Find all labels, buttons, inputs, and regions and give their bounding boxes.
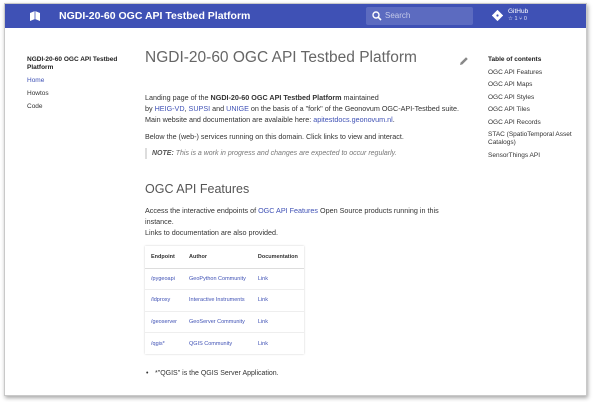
table-of-contents: Table of contents OGC API Features OGC A…	[488, 56, 583, 160]
author-link[interactable]: QGIS Community	[183, 333, 252, 355]
author-link[interactable]: GeoPython Community	[183, 268, 252, 290]
nav-item-howtos[interactable]: Howtos	[27, 90, 127, 98]
documentation-link[interactable]: Link	[251, 268, 304, 290]
nav-item-home[interactable]: Home	[27, 77, 127, 85]
table-row: /geoserver GeoServer Community Link	[145, 311, 304, 333]
book-logo-icon[interactable]	[29, 10, 41, 22]
page-title: NGDI-20-60 OGC API Testbed Platform	[145, 49, 417, 66]
link-ogc-api-features[interactable]: OGC API Features	[258, 206, 318, 215]
search-input[interactable]: Search	[366, 7, 473, 25]
site-title[interactable]: NGDI-20-60 OGC API Testbed Platform	[59, 10, 250, 22]
section-title-features: OGC API Features	[145, 182, 250, 196]
section-text: Links to documentation are also provided…	[145, 228, 279, 237]
endpoint-link[interactable]: /ldproxy	[145, 289, 183, 312]
author-link[interactable]: GeoServer Community	[183, 311, 252, 333]
toc-item-stac[interactable]: STAC (SpatioTemporal Asset Catalogs)	[488, 131, 583, 147]
intro-text: by	[145, 104, 155, 113]
intro-text: and	[210, 104, 227, 113]
section-text: Open Source products running in this	[318, 206, 439, 215]
repo-name: GitHub	[508, 8, 529, 15]
table-row: /pygeoapi GeoPython Community Link	[145, 268, 304, 290]
endpoint-link[interactable]: /pygeoapi	[145, 268, 183, 290]
note-blockquote: NOTE: This is a work in progress and cha…	[145, 148, 475, 159]
main-content: NGDI-20-60 OGC API Testbed Platform Land…	[145, 48, 475, 377]
section-text: instance.	[145, 217, 174, 226]
qgis-footnote: *"QGIS" is the QGIS Server Application.	[145, 370, 475, 377]
toc-item-ogc-api-records[interactable]: OGC API Records	[488, 119, 583, 127]
column-header: Endpoint	[145, 246, 183, 269]
column-header: Author	[183, 246, 252, 269]
repo-stats: ☆ 1 ⑂ 0	[508, 16, 527, 22]
header-bar: NGDI-20-60 OGC API Testbed Platform Sear…	[5, 4, 586, 28]
section-paragraph: Access the interactive endpoints of OGC …	[145, 205, 475, 238]
search-icon	[372, 11, 382, 21]
primary-navigation: NGDI-20-60 OGC API Testbed Platform Home…	[27, 56, 127, 111]
link-supsi[interactable]: SUPSI	[189, 104, 211, 113]
toc-item-ogc-api-features[interactable]: OGC API Features	[488, 69, 583, 77]
github-repo-link[interactable]: GitHub ☆ 1 ⑂ 0	[492, 7, 562, 25]
section-text: Access the interactive endpoints of	[145, 206, 259, 215]
documentation-link[interactable]: Link	[252, 333, 304, 355]
link-unige[interactable]: UNIGE	[226, 104, 249, 113]
browser-frame: NGDI-20-60 OGC API Testbed Platform Sear…	[4, 3, 587, 396]
endpoints-table: Endpoint Author Documentation /pygeoapi …	[145, 246, 304, 354]
intro-bold: NGDI-20-60 OGC API Testbed Platform	[210, 93, 342, 102]
git-icon	[492, 10, 503, 21]
intro-text: maintained	[341, 93, 379, 102]
toc-title: Table of contents	[488, 56, 542, 63]
services-paragraph: Below the (web-) services running on thi…	[145, 132, 404, 141]
note-label: NOTE:	[152, 150, 174, 157]
toc-item-sensorthings-api[interactable]: SensorThings API	[488, 152, 583, 160]
endpoint-link[interactable]: /geoserver	[145, 311, 183, 333]
intro-text: Main website and documentation are avala…	[145, 115, 314, 124]
toc-item-ogc-api-tiles[interactable]: OGC API Tiles	[488, 106, 583, 114]
toc-item-ogc-api-maps[interactable]: OGC API Maps	[488, 81, 583, 89]
toc-item-ogc-api-styles[interactable]: OGC API Styles	[488, 94, 583, 102]
documentation-link[interactable]: Link	[251, 311, 304, 333]
endpoint-link[interactable]: /qgis*	[145, 333, 183, 355]
intro-text: on the basis of a "fork" of the Geonovum…	[248, 104, 459, 113]
link-docs[interactable]: apitestdocs.geonovum.nl	[313, 115, 393, 124]
note-text: This is a work in progress and changes a…	[173, 150, 397, 157]
table-header-row: Endpoint Author Documentation	[145, 246, 304, 269]
nav-title: NGDI-20-60 OGC API Testbed Platform	[27, 56, 118, 71]
nav-item-code[interactable]: Code	[27, 103, 127, 111]
intro-paragraph: Landing page of the NGDI-20-60 OGC API T…	[145, 92, 475, 125]
search-placeholder: Search	[385, 11, 411, 20]
documentation-link[interactable]: Link	[251, 289, 304, 312]
table-row: /ldproxy Interactive Instruments Link	[145, 289, 304, 312]
intro-text: .	[392, 115, 395, 124]
column-header: Documentation	[251, 246, 304, 269]
author-link[interactable]: Interactive Instruments	[183, 289, 252, 312]
intro-text: Landing page of the	[145, 93, 211, 102]
table-row: /qgis* QGIS Community Link	[145, 333, 304, 355]
edit-pencil-icon[interactable]	[459, 56, 469, 66]
link-heig-vd[interactable]: HEIG-VD	[155, 104, 185, 113]
